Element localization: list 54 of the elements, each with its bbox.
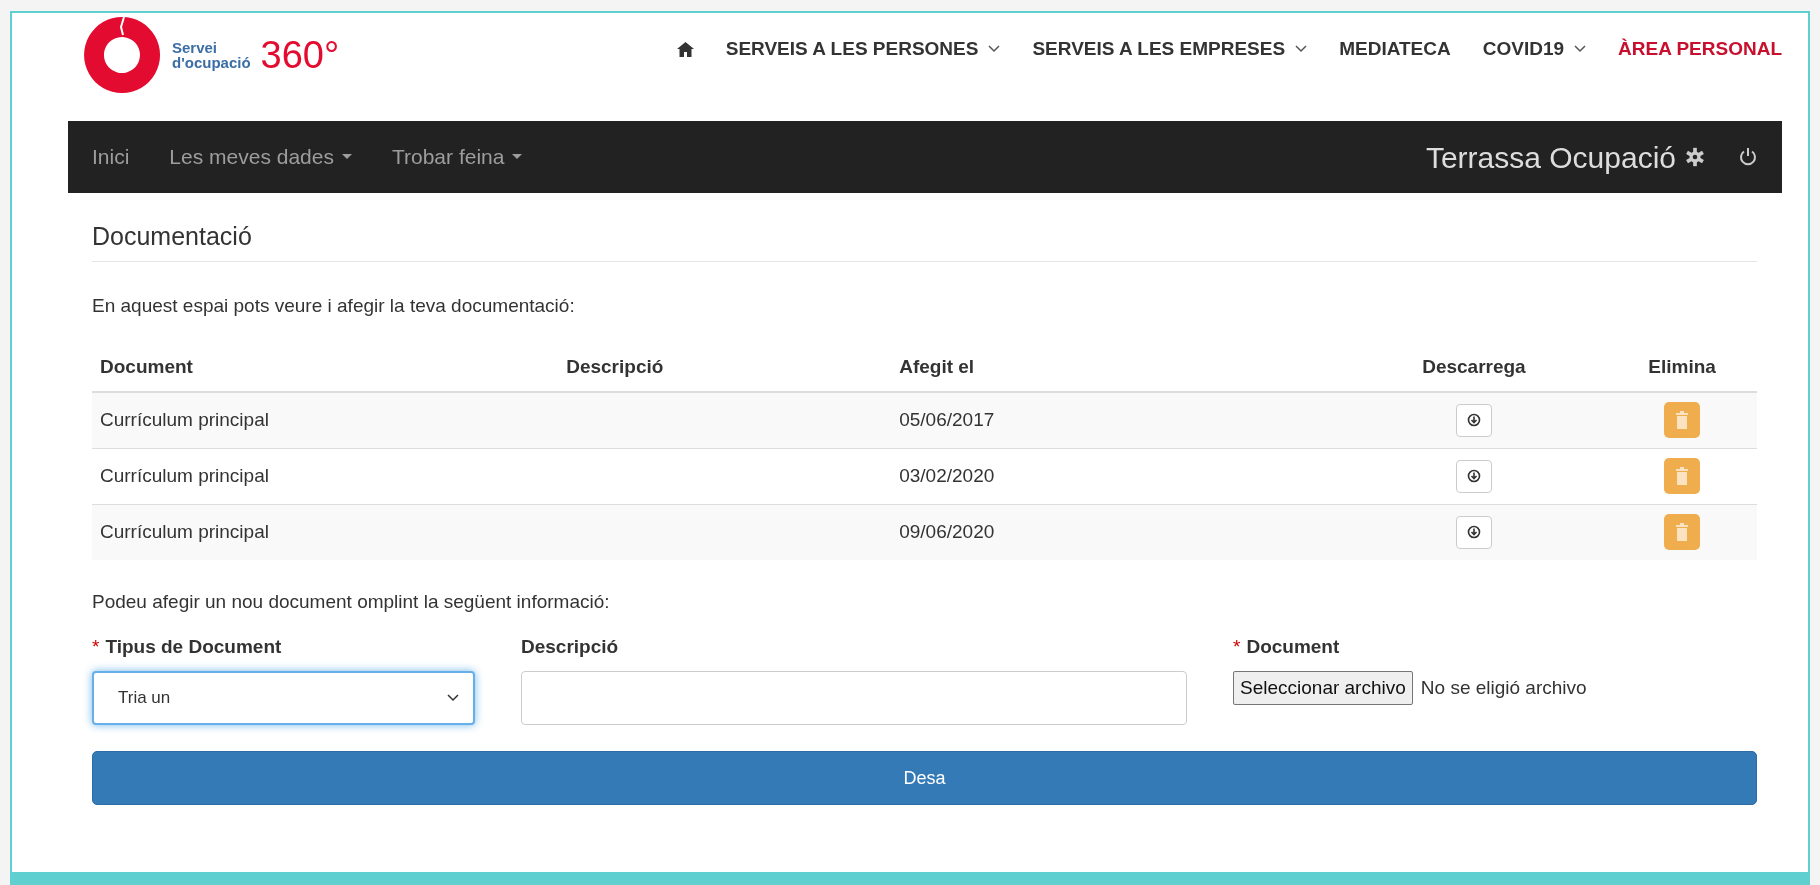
download-icon <box>1466 525 1481 540</box>
caret-icon <box>512 154 523 160</box>
nav-link[interactable]: SERVEIS A LES EMPRESES <box>1032 35 1308 64</box>
column-header: Descripció <box>566 355 664 377</box>
trash-icon <box>1676 467 1689 485</box>
column-header: Afegit el <box>899 355 975 377</box>
site-title: Terrassa Ocupació <box>1425 139 1676 176</box>
required-mark: * <box>92 634 100 659</box>
logo-text: d'ocupació <box>172 55 251 70</box>
field-label: Descripció <box>521 634 619 659</box>
chevron-down-icon <box>1574 45 1586 54</box>
table-cell: Currículum principal <box>100 409 269 430</box>
download-button[interactable] <box>1455 515 1492 549</box>
nav-link[interactable]: SERVEIS A LES PERSONES <box>725 35 1001 64</box>
column-header: Descarrega <box>1422 355 1526 377</box>
form-intro-text: Podeu afegir un nou document omplint la següent informació: <box>92 590 611 614</box>
field-label: Tipus de Document <box>105 634 282 659</box>
required-mark: * <box>1233 634 1241 659</box>
download-button[interactable] <box>1455 459 1492 493</box>
intro-text: En aquest espai pots veure i afegir la teva documentació: <box>92 294 576 318</box>
nav-link[interactable]: Les meves dades <box>169 141 352 173</box>
table-cell: 09/06/2020 <box>899 521 995 542</box>
nav-link[interactable]: ÀREA PERSONAL <box>1618 35 1782 64</box>
column-header: Document <box>100 355 193 377</box>
nav-link[interactable]: Trobar feina <box>391 141 523 173</box>
nav-link[interactable]: Inici <box>92 141 130 173</box>
column-header: Elimina <box>1648 355 1716 377</box>
download-icon <box>1466 469 1481 483</box>
choose-file-button[interactable]: Seleccionar archivo <box>1233 670 1413 706</box>
chevron-down-icon <box>1295 45 1308 54</box>
chevron-down-icon <box>447 694 459 702</box>
chevron-down-icon <box>988 45 1001 54</box>
download-button[interactable] <box>1455 403 1492 437</box>
power-icon[interactable] <box>1738 147 1758 167</box>
nav-link[interactable]: COVID19 <box>1482 35 1586 64</box>
settings-icon[interactable] <box>1684 146 1706 168</box>
download-icon <box>1466 413 1481 428</box>
page-title: Documentació <box>92 221 1757 262</box>
file-status-text: No se eligió archivo <box>1420 675 1587 700</box>
logo-text: Servei <box>172 40 219 55</box>
table-cell: 05/06/2017 <box>899 409 995 430</box>
table-cell: Currículum principal <box>100 521 269 542</box>
logo-number: 360° <box>260 36 340 74</box>
home-icon[interactable] <box>676 41 694 58</box>
select-field[interactable]: Tria un <box>92 671 475 725</box>
field-label: Document <box>1246 634 1340 659</box>
nav-link[interactable]: MEDIATECA <box>1339 35 1451 64</box>
save-button[interactable]: Desa <box>92 751 1757 805</box>
table-cell: 03/02/2020 <box>899 464 995 486</box>
table-cell: Currículum principal <box>100 464 269 486</box>
caret-icon <box>341 154 352 160</box>
trash-icon <box>1676 411 1689 430</box>
trash-icon <box>1676 523 1689 542</box>
input-field[interactable] <box>521 671 1187 725</box>
